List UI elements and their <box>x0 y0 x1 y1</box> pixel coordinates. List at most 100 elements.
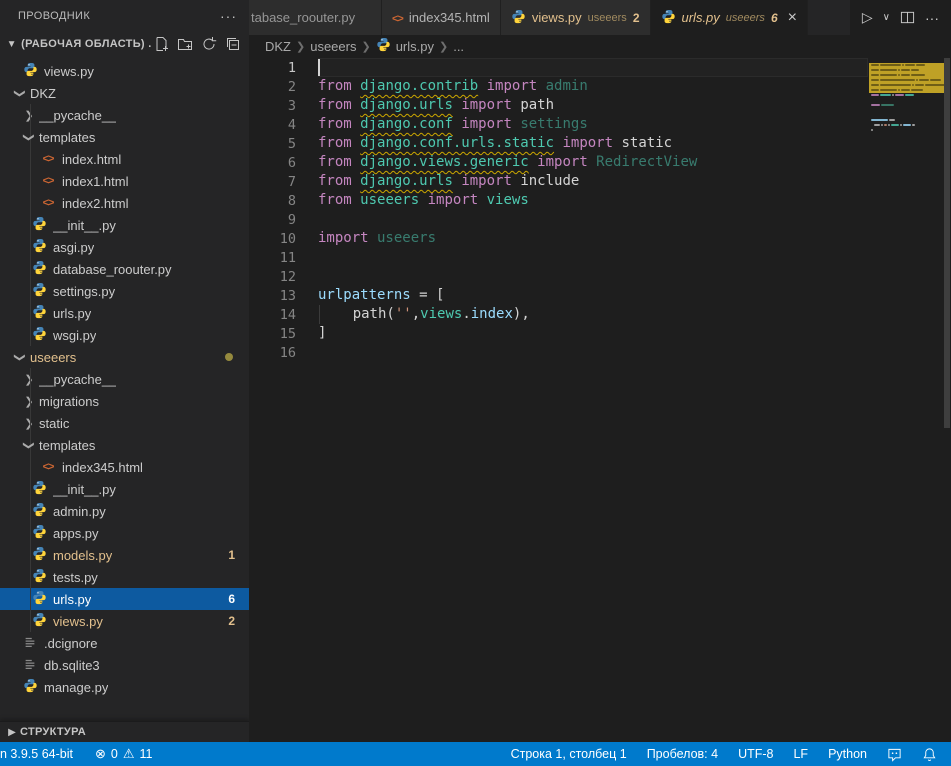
tree-item-urls.py[interactable]: urls.py <box>0 302 249 324</box>
tree-item-apps.py[interactable]: apps.py <box>0 522 249 544</box>
explorer-header: ПРОВОДНИК ··· <box>0 0 249 32</box>
line-content[interactable] <box>318 58 868 77</box>
tree-item-views.py[interactable]: views.py2 <box>0 610 249 632</box>
run-dropdown-icon[interactable]: ∨ <box>883 12 890 23</box>
tree-item-migrations[interactable]: ❯migrations <box>0 390 249 412</box>
notifications-bell-icon[interactable] <box>922 747 937 762</box>
breadcrumb-item[interactable]: ... <box>453 39 464 54</box>
outline-section-header[interactable]: ▶ СТРУКТУРА <box>0 721 249 742</box>
code-line-3: 3from django.urls import path <box>249 96 868 115</box>
explorer-title: ПРОВОДНИК <box>18 10 90 22</box>
breadcrumb-item[interactable]: useeers <box>310 39 356 54</box>
tree-item-dkz[interactable]: ❯DKZ <box>0 82 249 104</box>
tree-item-tests.py[interactable]: tests.py <box>0 566 249 588</box>
line-content[interactable] <box>318 267 868 286</box>
feedback-icon[interactable] <box>887 747 902 762</box>
code-line-6: 6from django.views.generic import Redire… <box>249 153 868 172</box>
tab-views.py[interactable]: views.pyuseeers2 <box>501 0 651 35</box>
python-interpreter-status[interactable]: n 3.9.5 64-bit <box>0 747 73 761</box>
tree-item-index345.html[interactable]: <>index345.html <box>0 456 249 478</box>
tree-item-asgi.py[interactable]: asgi.py <box>0 236 249 258</box>
code-line-8: 8 from useeers import views <box>249 191 868 210</box>
file-label: index1.html <box>62 174 128 189</box>
tree-item--init-.py[interactable]: __init__.py <box>0 478 249 500</box>
minimap[interactable] <box>868 58 944 742</box>
line-content[interactable]: ] <box>318 324 868 343</box>
breadcrumb-item[interactable]: DKZ <box>265 39 291 54</box>
tab-index345.html[interactable]: <>index345.html <box>382 0 501 35</box>
code-line-14: 14path('',views.index), <box>249 305 868 324</box>
tree-item--init-.py[interactable]: __init__.py <box>0 214 249 236</box>
line-content[interactable]: from django.contrib import admin <box>318 77 868 96</box>
file-label: urls.py <box>53 306 91 321</box>
file-label: settings.py <box>53 284 115 299</box>
line-content[interactable]: from django.urls import path <box>318 96 868 115</box>
line-content[interactable] <box>318 248 868 267</box>
breadcrumb-separator-icon: ❯ <box>361 40 370 53</box>
list-file-icon <box>23 657 37 674</box>
line-content[interactable] <box>318 343 868 362</box>
line-content[interactable]: from django.conf.urls.static import stat… <box>318 134 868 153</box>
tree-item-.dcignore[interactable]: .dcignore <box>0 632 249 654</box>
breadcrumb-item[interactable]: urls.py <box>396 39 434 54</box>
tree-item-urls.py[interactable]: urls.py6 <box>0 588 249 610</box>
collapse-all-icon[interactable] <box>225 36 241 52</box>
tree-item--pycache-[interactable]: ❯__pycache__ <box>0 368 249 390</box>
line-content[interactable]: urlpatterns = [ <box>318 286 868 305</box>
line-content[interactable]: import useeers <box>318 229 868 248</box>
tree-item-index2.html[interactable]: <>index2.html <box>0 192 249 214</box>
indentation-status[interactable]: Пробелов: 4 <box>647 747 718 761</box>
python-icon <box>32 568 47 586</box>
tree-item-database-roouter.py[interactable]: database_roouter.py <box>0 258 249 280</box>
encoding-status[interactable]: UTF-8 <box>738 747 773 761</box>
file-label: __init__.py <box>53 482 116 497</box>
line-content[interactable]: from useeers import views <box>318 191 868 210</box>
tree-item-manage.py[interactable]: manage.py <box>0 676 249 698</box>
new-file-icon[interactable] <box>153 36 169 52</box>
file-label: database_roouter.py <box>53 262 172 277</box>
tree-item-index1.html[interactable]: <> index1.html <box>0 170 249 192</box>
tree-item-useeers[interactable]: ❯useeers <box>0 346 249 368</box>
tree-item--pycache-[interactable]: ❯__pycache__ <box>0 104 249 126</box>
line-content[interactable]: from django.conf import settings <box>318 115 868 134</box>
html-icon: <> <box>43 175 54 187</box>
close-icon[interactable]: × <box>788 10 797 26</box>
language-mode-status[interactable]: Python <box>828 747 867 761</box>
tab-urls.py[interactable]: urls.pyuseeers6× <box>651 0 808 35</box>
line-content[interactable]: from django.views.generic import Redirec… <box>318 153 868 172</box>
line-content[interactable]: path('',views.index), <box>318 305 868 324</box>
list-file-icon <box>23 635 37 652</box>
run-button[interactable]: ▷ <box>862 9 873 26</box>
line-number: 1 <box>249 60 296 76</box>
problems-badge: 2 <box>228 614 235 628</box>
line-number: 8 <box>249 193 296 209</box>
tree-item-models.py[interactable]: models.py 1 <box>0 544 249 566</box>
file-label: models.py <box>53 548 112 563</box>
more-actions-icon[interactable]: ··· <box>925 10 939 26</box>
tree-item-index.html[interactable]: <>index.html <box>0 148 249 170</box>
tree-item-wsgi.py[interactable]: wsgi.py <box>0 324 249 346</box>
tree-item-db.sqlite3[interactable]: db.sqlite3 <box>0 654 249 676</box>
workspace-section-header[interactable]: ▼ (РАБОЧАЯ ОБЛАСТЬ) ... <box>0 32 249 56</box>
tree-item-views.py[interactable]: views.py <box>0 60 249 82</box>
split-editor-icon[interactable] <box>900 10 915 25</box>
tree-item-admin.py[interactable]: admin.py <box>0 500 249 522</box>
code-area: 12from django.contrib import admin3from … <box>249 58 868 362</box>
tree-item-settings.py[interactable]: settings.py <box>0 280 249 302</box>
line-content[interactable]: from django.urls import include <box>318 172 868 191</box>
tab-tabase-roouter.py[interactable]: tabase_roouter.py <box>249 0 382 35</box>
tree-item-static[interactable]: ❯static <box>0 412 249 434</box>
problems-badge: 1 <box>228 548 235 562</box>
eol-status[interactable]: LF <box>793 747 808 761</box>
problems-status[interactable]: ⊗ 0 ⚠ 11 <box>95 746 153 762</box>
new-folder-icon[interactable] <box>177 36 193 52</box>
editor-scrollbar[interactable] <box>944 58 950 428</box>
python-icon <box>376 37 391 55</box>
refresh-icon[interactable] <box>201 36 217 52</box>
explorer-more-actions-icon[interactable]: ··· <box>220 8 237 24</box>
tree-item-templates[interactable]: ❯templates <box>0 126 249 148</box>
outline-section-label: СТРУКТУРА <box>20 726 86 738</box>
line-content[interactable] <box>318 210 868 229</box>
tree-item-templates[interactable]: ❯templates <box>0 434 249 456</box>
cursor-position-status[interactable]: Строка 1, столбец 1 <box>511 747 627 761</box>
